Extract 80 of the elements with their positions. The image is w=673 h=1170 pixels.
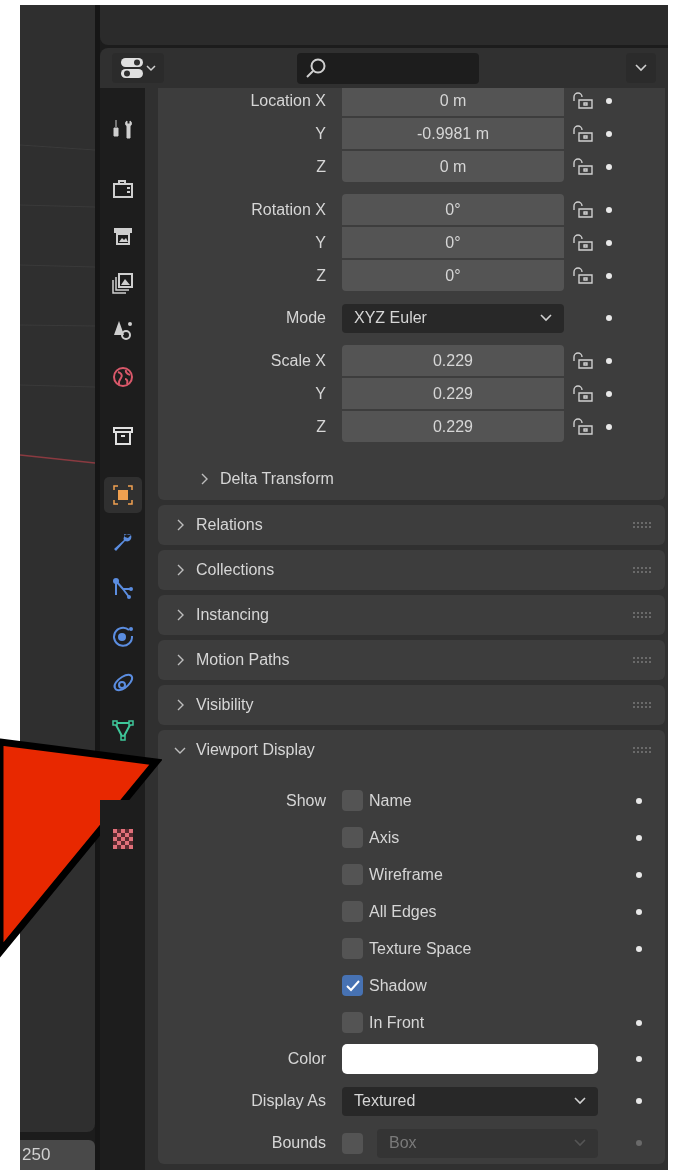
grip-icon[interactable]: [633, 701, 653, 709]
number-field[interactable]: 0.229: [342, 345, 564, 376]
number-field[interactable]: 0°: [342, 260, 564, 291]
padlock-icon[interactable]: [572, 266, 594, 285]
checkbox-label: Axis: [369, 827, 400, 848]
checkbox-label: Shadow: [369, 975, 427, 996]
grip-icon[interactable]: [633, 746, 653, 754]
checkbox-label: In Front: [369, 1012, 425, 1033]
field-label: Y: [314, 123, 327, 144]
field-label: Show: [285, 791, 326, 809]
field-label: Z: [315, 416, 327, 437]
panel-header[interactable]: Visibility: [196, 693, 254, 717]
number-field[interactable]: 0.229: [342, 378, 564, 409]
padlock-icon[interactable]: [572, 233, 594, 252]
number-field[interactable]: 0.229: [342, 411, 564, 442]
search-icon: [305, 57, 327, 79]
field-label: Z: [315, 156, 327, 177]
number-field[interactable]: -0.9981 m: [342, 118, 564, 149]
caret-icon: [540, 314, 552, 322]
field-label: Bounds: [270, 1133, 327, 1153]
screwdriver-wrench-icon: [110, 118, 135, 142]
checkbox-label: Name: [369, 790, 412, 811]
field-label: Display As: [250, 1091, 327, 1111]
editor-type-button[interactable]: [112, 53, 164, 83]
padlock-icon[interactable]: [572, 124, 594, 143]
arrowhead-drawing: [100, 748, 162, 800]
checkbox-label: Texture Space: [369, 938, 472, 959]
number-field[interactable]: 0°: [342, 194, 564, 225]
checkbox-label: Wireframe: [369, 864, 443, 885]
padlock-icon[interactable]: [572, 351, 594, 370]
field-label: Scale X: [269, 350, 327, 371]
padlock-icon[interactable]: [572, 384, 594, 403]
number-field[interactable]: 0 m: [342, 88, 564, 116]
triangle-mesh-icon: [110, 718, 135, 742]
box-icon: [110, 424, 135, 448]
caret-icon: [635, 64, 647, 72]
padlock-icon[interactable]: [572, 200, 594, 219]
field-label: Color: [286, 1049, 327, 1069]
padlock-icon[interactable]: [572, 417, 594, 436]
options-dropdown[interactable]: [626, 53, 656, 83]
field-label: Y: [314, 383, 327, 404]
grip-icon[interactable]: [633, 656, 653, 664]
panel-header[interactable]: Motion Paths: [196, 648, 290, 672]
field-label: Y: [314, 232, 327, 253]
field-label: Z: [315, 265, 327, 286]
caret-icon: [574, 1139, 586, 1147]
mode-dropdown[interactable]: XYZ Euler: [342, 303, 564, 333]
orbit-icon: [110, 624, 135, 648]
toggle-icon: [120, 57, 144, 79]
square-icon: [110, 483, 135, 507]
caret-icon: [574, 1097, 586, 1105]
grip-icon[interactable]: [633, 521, 653, 529]
padlock-icon[interactable]: [572, 157, 594, 176]
number-field[interactable]: 0°: [342, 227, 564, 258]
checkbox-label: All Edges: [369, 901, 437, 922]
subpanel-header[interactable]: Delta Transform: [220, 467, 334, 491]
image-stack-icon: [110, 271, 135, 295]
panel-header[interactable]: Collections: [196, 558, 275, 582]
panel-header[interactable]: Instancing: [196, 603, 269, 627]
padlock-icon[interactable]: [572, 91, 594, 110]
properties-tab[interactable]: [103, 477, 142, 513]
caret-icon: [146, 64, 156, 72]
field-label: Location X: [249, 90, 327, 111]
panel-header[interactable]: Viewport Display: [196, 738, 315, 762]
field-label: Rotation X: [250, 199, 327, 220]
color-swatch[interactable]: [342, 1044, 598, 1074]
frame-field[interactable]: 250: [20, 1140, 95, 1170]
checkbox[interactable]: [342, 975, 363, 996]
globe-icon: [110, 365, 135, 389]
grip-icon[interactable]: [633, 611, 653, 619]
panel-header[interactable]: Relations: [196, 513, 263, 537]
checkmark-icon: [345, 979, 360, 992]
search-field[interactable]: [297, 52, 479, 84]
display-dropdown[interactable]: Textured: [342, 1086, 598, 1116]
number-field[interactable]: 0 m: [342, 151, 564, 182]
grip-icon[interactable]: [633, 566, 653, 574]
camera-icon: [110, 177, 135, 201]
node-branch-icon: [110, 577, 135, 601]
field-label: Mode: [284, 308, 327, 328]
checkerboard-icon: [110, 827, 135, 851]
